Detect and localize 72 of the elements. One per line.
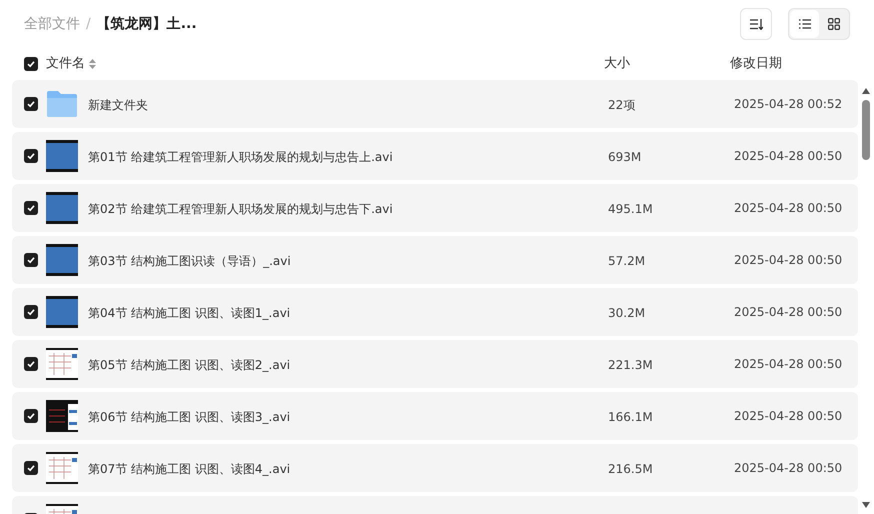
checkbox[interactable] — [24, 305, 38, 319]
scrollbar-thumb[interactable] — [862, 100, 870, 160]
file-name: 第03节 结构施工图识读（导语）_.avi — [88, 254, 291, 268]
checkmark-icon — [27, 464, 35, 472]
folder-icon — [46, 90, 78, 118]
checkmark-icon — [27, 204, 35, 212]
modified-date: 2025-04-28 00:50 — [734, 304, 842, 321]
checkmark-icon — [27, 308, 35, 316]
file-row[interactable]: 第03节 结构施工图识读（导语）_.avi 57.2M 2025-04-28 00:50 — [12, 236, 858, 284]
modified-date: 2025-04-28 00:50 — [734, 252, 842, 269]
file-name: 第01节 给建筑工程管理新人职场发展的规划与忠告上.avi — [88, 150, 393, 164]
file-name: 第06节 结构施工图 识图、读图3_.avi — [88, 410, 290, 424]
file-name: 新建文件夹 — [88, 98, 148, 112]
modified-date: 2025-04-28 00:50 — [734, 460, 842, 477]
file-name: 第04节 结构施工图 识图、读图1_.avi — [88, 306, 290, 320]
modified-date: 2025-04-28 00:50 — [734, 408, 842, 425]
sort-icon — [750, 18, 762, 30]
blueprint-thumbnail — [46, 452, 78, 484]
scroll-down-icon[interactable] — [862, 502, 870, 508]
column-header[interactable]: 大小 — [604, 54, 630, 74]
file-size: 57.2M — [608, 254, 646, 268]
sort-button[interactable] — [740, 8, 772, 40]
view-mode-button[interactable] — [790, 10, 819, 38]
file-size: 166.1M — [608, 410, 653, 424]
video-thumbnail — [46, 244, 78, 276]
file-row[interactable]: 第01节 给建筑工程管理新人职场发展的规划与忠告上.avi 693M 2025-04-28 00:50 — [12, 132, 858, 180]
file-name: 第07节 结构施工图 识图、读图4_.avi — [88, 462, 290, 476]
video-thumbnail — [46, 192, 78, 224]
checkbox[interactable] — [24, 201, 38, 215]
grid-icon — [828, 18, 840, 30]
checkmark-icon — [27, 100, 35, 108]
column-header[interactable]: 文件名 — [46, 54, 85, 74]
screen-thumbnail — [46, 400, 78, 432]
checkbox[interactable] — [24, 253, 38, 267]
breadcrumb-separator: / — [86, 14, 91, 34]
sort-arrows-icon — [89, 59, 96, 69]
file-name: 第02节 给建筑工程管理新人职场发展的规划与忠告下.avi — [88, 202, 393, 216]
checkbox[interactable] — [24, 97, 38, 111]
checkmark-icon — [27, 152, 35, 160]
file-row[interactable]: 第04节 结构施工图 识图、读图1_.avi 30.2M 2025-04-28 00:50 — [12, 288, 858, 336]
scroll-up-icon[interactable] — [862, 88, 870, 94]
file-row[interactable]: 第06节 结构施工图 识图、读图3_.avi 166.1M 2025-04-28 00:50 — [12, 392, 858, 440]
checkbox[interactable] — [24, 149, 38, 163]
modified-date: 2025-04-28 00:50 — [734, 356, 842, 373]
checkbox[interactable] — [24, 409, 38, 423]
video-thumbnail — [46, 140, 78, 172]
checkmark-icon — [27, 412, 35, 420]
file-size: 495.1M — [608, 202, 653, 216]
file-size: 693M — [608, 150, 642, 164]
modified-date: 2025-04-28 00:52 — [734, 96, 842, 113]
file-row[interactable]: 第02节 给建筑工程管理新人职场发展的规划与忠告下.avi 495.1M 2025-04-28 00:50 — [12, 184, 858, 232]
file-size: 216.5M — [608, 462, 653, 476]
blueprint-thumbnail — [46, 348, 78, 380]
file-name: 第05节 结构施工图 识图、读图2_.avi — [88, 358, 290, 372]
file-size: 221.3M — [608, 358, 653, 372]
checkmark-icon — [27, 60, 35, 68]
file-row[interactable]: 第05节 结构施工图 识图、读图2_.avi 221.3M 2025-04-28 00:50 — [12, 340, 858, 388]
checkmark-icon — [27, 360, 35, 368]
checkmark-icon — [27, 256, 35, 264]
modified-date: 2025-04-28 00:50 — [734, 148, 842, 165]
modified-date: 2025-04-28 00:50 — [734, 200, 842, 217]
video-thumbnail — [46, 296, 78, 328]
file-row[interactable]: 新建文件夹 22项 2025-04-28 00:52 — [12, 80, 858, 128]
checkbox[interactable] — [24, 461, 38, 475]
list-icon — [798, 19, 810, 29]
column-header[interactable]: 修改日期 — [730, 54, 782, 74]
file-size: 30.2M — [608, 306, 646, 320]
breadcrumb-item[interactable]: 【筑龙网】土... — [96, 14, 197, 34]
file-row[interactable]: 第07节 结构施工图 识图、读图4_.avi 216.5M 2025-04-28 00:50 — [12, 444, 858, 492]
checkbox[interactable] — [24, 57, 38, 71]
file-size: 22项 — [608, 98, 636, 112]
checkbox[interactable] — [24, 357, 38, 371]
